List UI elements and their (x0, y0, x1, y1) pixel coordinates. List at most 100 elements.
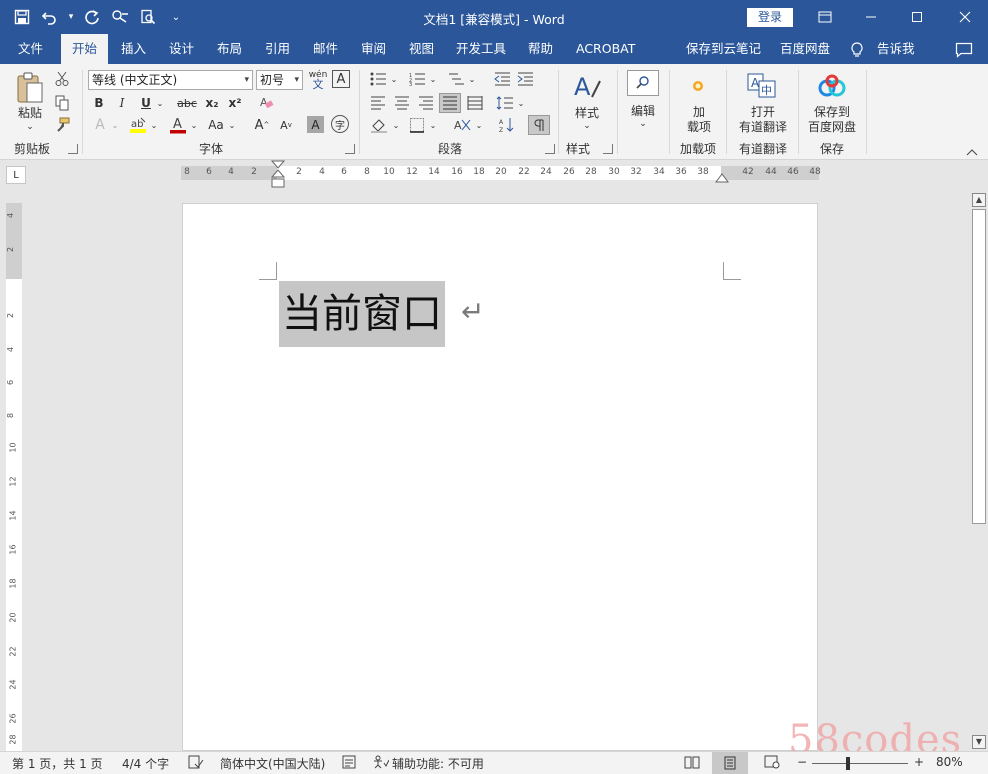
chevron-down-icon[interactable]: ⌄ (149, 116, 159, 134)
proofing-icon[interactable] (188, 755, 204, 772)
tab-mailings[interactable]: 邮件 (313, 34, 338, 64)
accessibility-icon[interactable] (373, 755, 390, 772)
macro-icon[interactable] (342, 755, 356, 772)
tab-developer[interactable]: 开发工具 (456, 34, 506, 64)
multilevel-list-icon[interactable] (446, 70, 466, 88)
tab-save-to-cloud-note[interactable]: 保存到云笔记 (686, 34, 761, 64)
tab-baidu-netdisk[interactable]: 百度网盘 (780, 34, 830, 64)
copy-icon[interactable] (53, 94, 71, 112)
save-baidu-button-line2[interactable]: 百度网盘 (802, 120, 862, 135)
right-indent-marker[interactable] (715, 170, 729, 187)
enclose-characters-button[interactable]: 字 (331, 115, 349, 133)
zoom-slider-track[interactable] (812, 763, 908, 764)
chevron-down-icon[interactable]: ⌄ (474, 116, 484, 134)
format-painter-icon[interactable] (53, 116, 71, 134)
scroll-down-icon[interactable]: ▼ (972, 735, 986, 749)
increase-indent-icon[interactable] (515, 70, 535, 88)
font-name-select[interactable]: 等线 (中文正文) ▾ (88, 70, 253, 90)
editing-button[interactable]: 编辑 (627, 104, 659, 119)
subscript-button[interactable]: x₂ (203, 94, 221, 112)
chevron-down-icon[interactable]: ⌄ (189, 116, 199, 134)
tab-view[interactable]: 视图 (409, 34, 434, 64)
tab-selector[interactable]: L (6, 166, 26, 184)
ribbon-display-options-icon[interactable] (802, 0, 848, 34)
cut-icon[interactable] (53, 70, 71, 88)
italic-button[interactable]: I (114, 94, 130, 112)
chevron-down-icon[interactable]: ⌄ (155, 94, 165, 112)
zoom-level[interactable]: 80% (936, 755, 963, 769)
tab-layout[interactable]: 布局 (217, 34, 242, 64)
tab-home[interactable]: 开始 (61, 34, 108, 64)
maximize-icon[interactable] (894, 0, 940, 34)
login-button[interactable]: 登录 (747, 8, 793, 27)
font-size-select[interactable]: 初号 ▾ (256, 70, 303, 90)
chinese-layout-icon[interactable]: A (451, 116, 473, 134)
align-right-icon[interactable] (416, 94, 436, 112)
accessibility-status[interactable]: 辅助功能: 不可用 (392, 755, 484, 772)
web-layout-icon[interactable] (764, 755, 780, 772)
youdao-button-line2[interactable]: 有道翻译 (734, 120, 792, 135)
find-icon[interactable] (627, 70, 659, 96)
lightbulb-icon[interactable] (850, 34, 864, 64)
language-status[interactable]: 简体中文(中国大陆) (220, 755, 325, 772)
paragraph-launcher-icon[interactable] (545, 144, 555, 154)
show-paragraph-marks-icon[interactable] (528, 115, 550, 135)
underline-button[interactable]: U (138, 94, 154, 112)
character-shading-button[interactable]: A (307, 116, 324, 133)
styles-launcher-icon[interactable] (603, 144, 613, 154)
tab-review[interactable]: 审阅 (361, 34, 386, 64)
bold-button[interactable]: B (91, 94, 107, 112)
tab-insert[interactable]: 插入 (121, 34, 146, 64)
addin-icon[interactable] (690, 78, 706, 94)
save-baidu-button-line1[interactable]: 保存到 (802, 105, 862, 120)
tab-design[interactable]: 设计 (169, 34, 194, 64)
paste-icon[interactable] (14, 70, 46, 106)
chevron-down-icon[interactable]: ⌄ (227, 116, 237, 134)
addins-button-line2[interactable]: 载项 (680, 120, 718, 135)
read-mode-icon[interactable] (684, 755, 700, 772)
highlight-icon[interactable]: ab (128, 115, 148, 135)
paste-button[interactable]: 粘贴 (14, 106, 46, 121)
shrink-font-button[interactable]: Av (277, 116, 295, 134)
phonetic-guide-button[interactable]: wén 文 (307, 69, 329, 91)
minimize-icon[interactable] (848, 0, 894, 34)
align-center-icon[interactable] (392, 94, 412, 112)
zoom-out-button[interactable]: − (797, 755, 807, 769)
zoom-in-button[interactable]: + (914, 755, 924, 769)
comments-icon[interactable] (955, 34, 973, 64)
bullets-icon[interactable] (368, 70, 388, 88)
tab-help[interactable]: 帮助 (528, 34, 553, 64)
chevron-down-icon[interactable]: ⌄ (391, 116, 401, 134)
chevron-down-icon[interactable]: ⌄ (110, 116, 120, 134)
font-color-icon[interactable]: A (168, 115, 188, 135)
baidu-netdisk-icon[interactable] (815, 72, 849, 100)
vertical-ruler[interactable]: 4 2 2 4 6 8 10 12 14 16 18 20 22 24 26 2… (6, 203, 22, 751)
selected-text[interactable]: 当前窗口 (279, 281, 445, 347)
superscript-button[interactable]: x² (226, 94, 244, 112)
grow-font-button[interactable]: A ^ (253, 116, 271, 134)
print-layout-icon[interactable] (712, 752, 748, 774)
sort-icon[interactable]: AZ (497, 116, 517, 134)
styles-icon[interactable]: A (570, 70, 604, 104)
tab-file[interactable]: 文件 (18, 34, 43, 64)
decrease-indent-icon[interactable] (492, 70, 512, 88)
zoom-slider-thumb[interactable] (846, 757, 850, 770)
change-case-button[interactable]: Aa (205, 116, 227, 134)
translate-icon[interactable]: A中 (746, 72, 778, 100)
borders-icon[interactable] (407, 116, 427, 134)
word-count[interactable]: 4/4 个字 (122, 755, 169, 772)
youdao-button-line1[interactable]: 打开 (734, 105, 792, 120)
first-line-indent-marker[interactable] (270, 160, 286, 193)
page-count[interactable]: 第 1 页，共 1 页 (12, 755, 103, 772)
line-spacing-icon[interactable] (494, 94, 516, 112)
justify-icon[interactable] (439, 93, 461, 113)
vertical-scrollbar[interactable]: ▲ ▼ (970, 191, 988, 751)
text-effects-icon[interactable]: A (91, 116, 109, 134)
distributed-icon[interactable] (465, 94, 485, 112)
chevron-down-icon[interactable]: ⌄ (516, 94, 526, 112)
scrollbar-thumb[interactable] (972, 209, 986, 524)
collapse-ribbon-icon[interactable] (966, 146, 978, 159)
align-left-icon[interactable] (368, 94, 388, 112)
tab-references[interactable]: 引用 (265, 34, 290, 64)
scroll-up-icon[interactable]: ▲ (972, 193, 986, 207)
